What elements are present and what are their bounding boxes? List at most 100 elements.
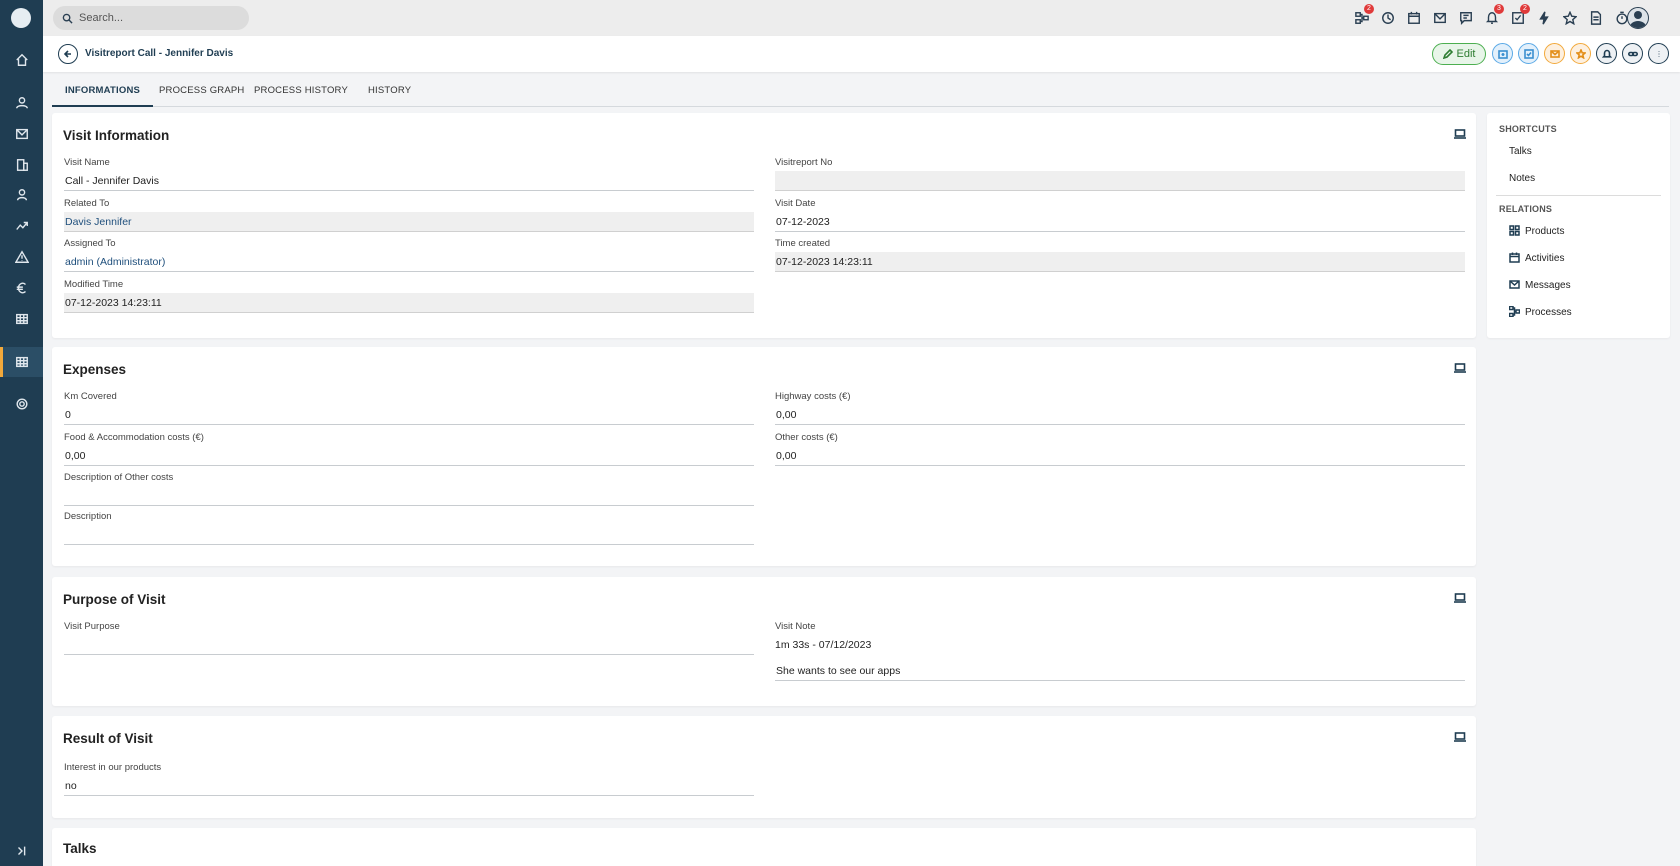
link-icon	[1627, 51, 1638, 56]
favorite-button[interactable]	[1570, 43, 1591, 64]
more-button[interactable]	[1648, 43, 1669, 64]
modified-time-field: Modified Time 07-12-2023 14:23:11	[64, 279, 754, 313]
divider	[1496, 195, 1661, 196]
assigned-to-link[interactable]: admin (Administrator)	[64, 252, 754, 272]
sidebar	[0, 0, 43, 866]
trending-icon[interactable]	[0, 211, 43, 241]
other-costs-field[interactable]: Other costs (€) 0,00	[775, 432, 1465, 466]
field-value[interactable]: 0,00	[64, 446, 754, 466]
highway-costs-field[interactable]: Highway costs (€) 0,00	[775, 391, 1465, 425]
user-avatar[interactable]	[1627, 7, 1649, 29]
star-icon	[1575, 48, 1586, 59]
section-title: Result of Visit	[63, 731, 153, 746]
send-mail-button[interactable]	[1544, 43, 1565, 64]
back-button[interactable]	[58, 44, 78, 64]
tab-informations[interactable]: INFORMATIONS	[52, 78, 154, 107]
expand-sidebar-icon[interactable]	[0, 836, 43, 866]
home-icon[interactable]	[0, 45, 43, 75]
field-value: 07-12-2023 14:23:11	[775, 252, 1465, 272]
food-accommodation-field[interactable]: Food & Accommodation costs (€) 0,00	[64, 432, 754, 466]
document-icon[interactable]	[1587, 9, 1605, 27]
topbar: 2 3 2	[43, 0, 1680, 36]
calendar-icon[interactable]	[1405, 9, 1423, 27]
layout-icon[interactable]	[1454, 592, 1466, 603]
warning-icon[interactable]	[0, 242, 43, 272]
field-label: Related To	[64, 198, 110, 209]
mail-icon[interactable]	[1431, 9, 1449, 27]
result-of-visit-card: Result of Visit Interest in our products…	[52, 716, 1476, 818]
field-value[interactable]: Call - Jennifer Davis	[64, 171, 754, 191]
search-box[interactable]	[53, 6, 249, 30]
field-value[interactable]	[64, 525, 754, 545]
history-icon[interactable]	[1379, 9, 1397, 27]
shortcuts-panel: SHORTCUTS Talks Notes RELATIONS Products…	[1487, 113, 1670, 338]
field-value[interactable]: 0,00	[775, 405, 1465, 425]
relations-heading: RELATIONS	[1499, 204, 1553, 214]
messages-icon	[1509, 279, 1520, 290]
field-value[interactable]	[64, 635, 754, 655]
layout-icon[interactable]	[1454, 362, 1466, 373]
tasks-icon[interactable]: 2	[1509, 4, 1530, 27]
notify-button[interactable]	[1596, 43, 1617, 64]
shortcut-notes[interactable]: Notes	[1509, 173, 1535, 184]
relation-messages[interactable]: Messages	[1525, 280, 1571, 291]
visit-note-field[interactable]: Visit Note 1m 33s - 07/12/2023 She wants…	[775, 621, 1465, 681]
field-value[interactable]: 0,00	[775, 446, 1465, 466]
organizations-icon[interactable]	[0, 150, 43, 180]
assigned-to-field[interactable]: Assigned To admin (Administrator)	[64, 238, 754, 272]
euro-icon[interactable]	[0, 273, 43, 303]
tab-history[interactable]: HISTORY	[355, 78, 424, 107]
layout-icon[interactable]	[1454, 731, 1466, 742]
activities-icon	[1509, 252, 1520, 263]
relation-processes[interactable]: Processes	[1525, 307, 1572, 318]
bell-icon	[1601, 49, 1612, 58]
description-other-costs-field[interactable]: Description of Other costs	[64, 472, 754, 506]
add-task-button[interactable]	[1518, 43, 1539, 64]
field-value[interactable]: no	[64, 776, 754, 796]
more-vertical-icon	[1657, 50, 1660, 57]
field-label: Modified Time	[64, 279, 124, 290]
grid-icon[interactable]	[0, 347, 43, 377]
shortcut-talks[interactable]: Talks	[1509, 146, 1532, 157]
visit-date-field[interactable]: Visit Date 07-12-2023	[775, 198, 1465, 232]
talks-card: Talks	[52, 828, 1476, 866]
tab-process-history[interactable]: PROCESS HISTORY	[241, 78, 361, 107]
visitreport-no-field[interactable]: Visitreport No	[775, 157, 1465, 191]
field-value[interactable]: 0	[64, 405, 754, 425]
description-field[interactable]: Description	[64, 511, 754, 545]
contacts-icon[interactable]	[0, 88, 43, 118]
table-icon[interactable]	[0, 304, 43, 334]
search-input[interactable]	[79, 12, 239, 24]
related-to-link[interactable]: Davis Jennifer	[64, 212, 754, 232]
settings-icon[interactable]	[0, 389, 43, 419]
km-covered-field[interactable]: Km Covered 0	[64, 391, 754, 425]
visit-name-field[interactable]: Visit Name Call - Jennifer Davis	[64, 157, 754, 191]
visit-note-line[interactable]: She wants to see our apps	[775, 661, 1465, 681]
relation-activities[interactable]: Activities	[1525, 253, 1564, 264]
calendar-add-icon	[1497, 49, 1508, 59]
task-add-icon	[1523, 48, 1534, 59]
relation-products[interactable]: Products	[1525, 226, 1564, 237]
mail-icon[interactable]	[0, 119, 43, 149]
related-to-field[interactable]: Related To Davis Jennifer	[64, 198, 754, 232]
app-logo[interactable]	[11, 8, 31, 28]
field-label: Visitreport No	[775, 157, 833, 168]
field-value[interactable]	[64, 486, 754, 506]
chat-icon[interactable]	[1457, 9, 1475, 27]
visit-purpose-field[interactable]: Visit Purpose	[64, 621, 754, 655]
field-value: 07-12-2023 14:23:11	[64, 293, 754, 313]
add-event-button[interactable]	[1492, 43, 1513, 64]
bell-icon[interactable]: 3	[1483, 4, 1504, 27]
visit-information-card: Visit Information Visit Name Call - Jenn…	[52, 113, 1476, 338]
link-button[interactable]	[1622, 43, 1643, 64]
star-icon[interactable]	[1561, 9, 1579, 27]
edit-button[interactable]: Edit	[1432, 43, 1486, 65]
processes-icon[interactable]: 2	[1353, 4, 1374, 27]
user-icon[interactable]	[0, 180, 43, 210]
flash-icon[interactable]	[1535, 9, 1553, 27]
field-label: Visit Name	[64, 157, 110, 168]
layout-icon[interactable]	[1454, 128, 1466, 139]
section-title: Purpose of Visit	[63, 592, 166, 607]
interest-field[interactable]: Interest in our products no	[64, 762, 754, 796]
field-value[interactable]: 07-12-2023	[775, 212, 1465, 232]
